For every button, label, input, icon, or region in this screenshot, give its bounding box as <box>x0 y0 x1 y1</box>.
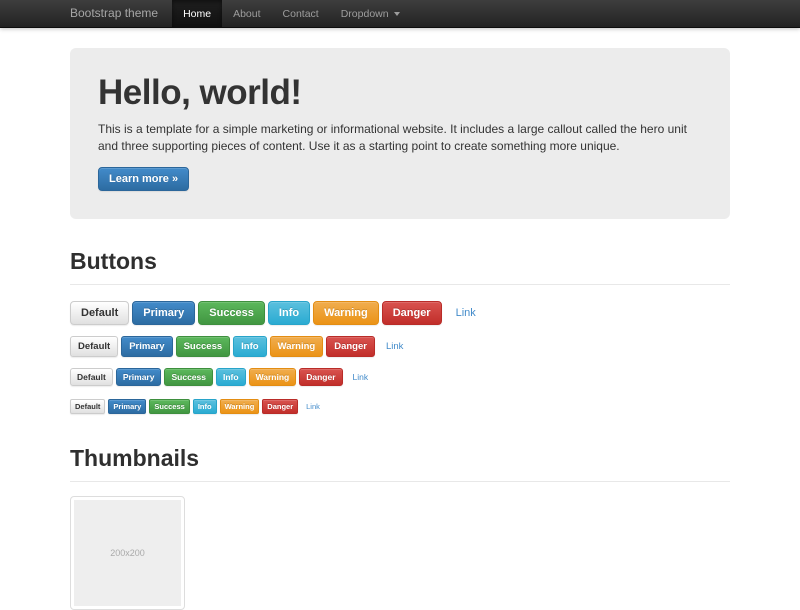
navbar-nav: Home About Contact Dropdown <box>172 0 411 27</box>
navbar-brand[interactable]: Bootstrap theme <box>70 0 158 27</box>
link-button-md[interactable]: Link <box>378 336 411 357</box>
default-button-sm[interactable]: Default <box>70 368 113 386</box>
button-row-default: DefaultPrimarySuccessInfoWarningDangerLi… <box>70 336 730 357</box>
navbar-container: Bootstrap theme Home About Contact Dropd… <box>70 0 730 27</box>
thumbnail-placeholder-image: 200x200 <box>74 500 181 606</box>
info-button-md[interactable]: Info <box>233 336 266 357</box>
success-button-sm[interactable]: Success <box>164 368 213 386</box>
primary-button-sm[interactable]: Primary <box>116 368 162 386</box>
link-button-xs[interactable]: Link <box>301 399 325 414</box>
main-container: Hello, world! This is a template for a s… <box>70 48 730 610</box>
info-button-xs[interactable]: Info <box>193 399 217 414</box>
nav-item-home[interactable]: Home <box>172 0 222 27</box>
thumbnail: 200x200 <box>70 496 185 610</box>
nav-item-dropdown-label: Dropdown <box>341 8 389 20</box>
info-button-sm[interactable]: Info <box>216 368 246 386</box>
link-button-lg[interactable]: Link <box>445 301 487 325</box>
button-row-small: DefaultPrimarySuccessInfoWarningDangerLi… <box>70 368 730 386</box>
button-row-extra-small: DefaultPrimarySuccess InfoWarningDangerLi… <box>70 398 730 416</box>
danger-button-sm[interactable]: Danger <box>299 368 342 386</box>
warning-button-md[interactable]: Warning <box>270 336 324 357</box>
success-button-md[interactable]: Success <box>176 336 231 357</box>
thumbnails-section-heading: Thumbnails <box>70 446 730 482</box>
success-button-xs[interactable]: Success <box>149 399 189 414</box>
nav-item-about[interactable]: About <box>222 0 271 27</box>
primary-button-md[interactable]: Primary <box>121 336 172 357</box>
info-button-lg[interactable]: Info <box>268 301 310 325</box>
button-row-large: DefaultPrimarySuccessInfoWarningDangerLi… <box>70 301 730 325</box>
jumbotron: Hello, world! This is a template for a s… <box>70 48 730 219</box>
buttons-section-heading: Buttons <box>70 249 730 285</box>
warning-button-sm[interactable]: Warning <box>249 368 297 386</box>
default-button-xs[interactable]: Default <box>70 399 105 414</box>
nav-item-home-label: Home <box>183 8 211 20</box>
primary-button-lg[interactable]: Primary <box>132 301 195 325</box>
danger-button-md[interactable]: Danger <box>326 336 375 357</box>
top-navbar: Bootstrap theme Home About Contact Dropd… <box>0 0 800 28</box>
nav-item-about-label: About <box>233 8 260 20</box>
nav-item-contact-label: Contact <box>283 8 319 20</box>
jumbotron-title: Hello, world! <box>98 74 702 113</box>
nav-item-contact[interactable]: Contact <box>272 0 330 27</box>
warning-button-xs[interactable]: Warning <box>220 399 260 414</box>
primary-button-xs[interactable]: Primary <box>108 399 146 414</box>
caret-down-icon <box>394 12 400 16</box>
danger-button-xs[interactable]: Danger <box>262 399 298 414</box>
link-button-sm[interactable]: Link <box>346 368 376 386</box>
jumbotron-text: This is a template for a simple marketin… <box>98 121 702 156</box>
default-button-md[interactable]: Default <box>70 336 118 357</box>
nav-item-dropdown[interactable]: Dropdown <box>330 0 411 27</box>
success-button-lg[interactable]: Success <box>198 301 265 325</box>
danger-button-lg[interactable]: Danger <box>382 301 442 325</box>
learn-more-button[interactable]: Learn more » <box>98 167 189 191</box>
default-button-lg[interactable]: Default <box>70 301 129 325</box>
warning-button-lg[interactable]: Warning <box>313 301 379 325</box>
